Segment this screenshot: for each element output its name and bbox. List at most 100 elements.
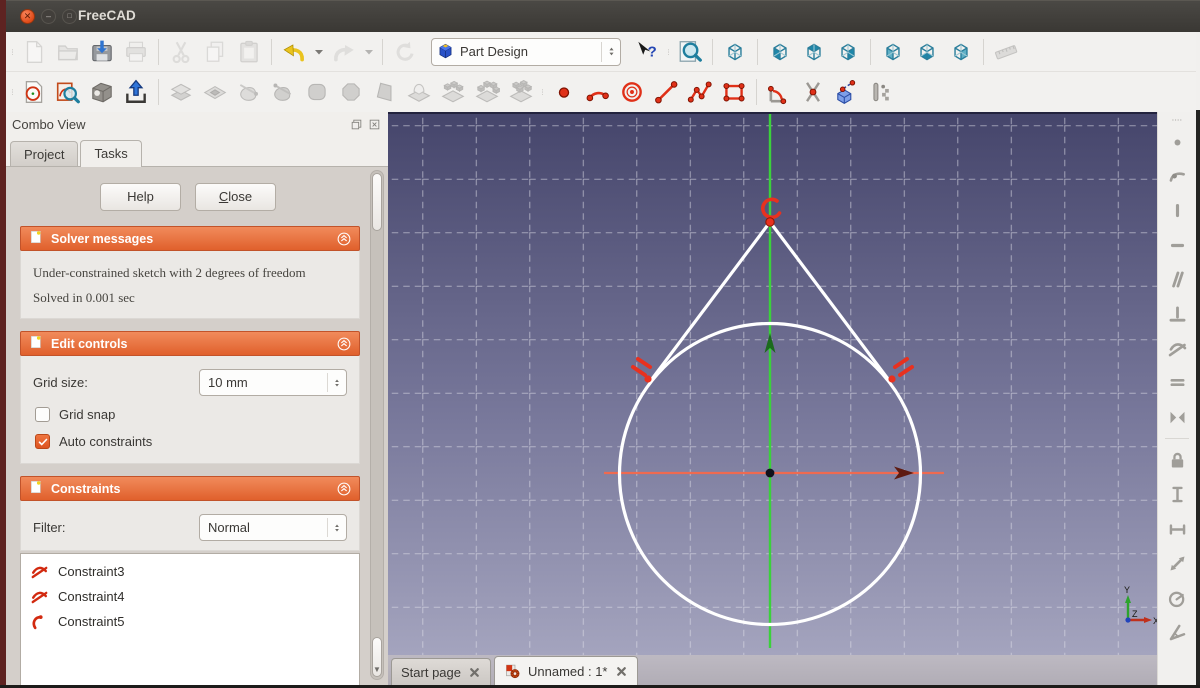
toolbar-drag-handle[interactable] [664, 36, 673, 68]
auto-constraints-checkbox[interactable] [35, 434, 50, 449]
document-tab-unnamed-1-[interactable]: Unnamed : 1* [494, 656, 638, 685]
scrollbar-down-button[interactable]: ▼ [372, 637, 382, 677]
view-sketch-button[interactable] [52, 75, 85, 109]
spinner-arrows-icon[interactable] [601, 41, 617, 62]
create-point-button[interactable] [548, 75, 581, 109]
whats-this-button[interactable]: ? [631, 35, 664, 69]
collapse-icon[interactable] [336, 231, 352, 247]
spinner-arrows-icon[interactable] [327, 373, 342, 392]
solver-messages-header[interactable]: Solver messages [20, 226, 360, 251]
external-geometry-button[interactable] [831, 75, 864, 109]
panel-float-icon[interactable] [350, 118, 363, 131]
map-sketch-button[interactable] [86, 75, 119, 109]
close-button[interactable]: Close [195, 183, 276, 211]
toolbar-separator [983, 38, 984, 65]
workbench-selector[interactable]: Part Design [431, 37, 621, 66]
view-bottom-button[interactable] [911, 35, 944, 69]
paste-icon [236, 39, 262, 65]
toolbar-drag-handle[interactable] [8, 36, 17, 68]
toolbar-separator [158, 38, 159, 65]
toolbar-separator [757, 38, 758, 65]
filter-label: Filter: [33, 520, 66, 535]
panel-scrollbar[interactable]: ▼ [370, 170, 384, 680]
revolution-icon [236, 79, 262, 105]
create-line-button[interactable] [650, 75, 683, 109]
create-polyline-button[interactable] [684, 75, 717, 109]
document-tab-start-page[interactable]: Start page [391, 658, 491, 685]
view-axonometric-button[interactable] [719, 35, 752, 69]
toolbar-separator [158, 79, 159, 105]
c-perpendicular-icon [1167, 304, 1188, 325]
sketch-map-icon [89, 79, 115, 105]
constrain-coincident-button [1162, 128, 1192, 156]
constraint-list-item[interactable]: Constraint4 [21, 584, 359, 609]
window-titlebar: ✕ – □ FreeCAD [6, 0, 1200, 32]
constraints-section: Constraints Filter: Normal Constraint3 Co… [20, 476, 360, 685]
constraint-list: Constraint3 Constraint4 Constraint5 [20, 553, 360, 685]
sketch-toolbar [6, 72, 1196, 112]
toolbar-separator [271, 38, 272, 65]
cut-button [165, 35, 198, 69]
undo-menu-button[interactable] [312, 35, 327, 69]
collapse-icon[interactable] [336, 336, 352, 352]
edit-controls-header[interactable]: Edit controls [20, 331, 360, 356]
origin-point[interactable] [765, 468, 775, 478]
sk-trim-icon [800, 79, 826, 105]
grid-overlay [388, 112, 1157, 655]
create-fillet-button[interactable] [763, 75, 796, 109]
view-right-button[interactable] [832, 35, 865, 69]
3d-viewport[interactable]: Y Z X [388, 112, 1159, 655]
create-rectangle-button[interactable] [718, 75, 751, 109]
linear-pattern-button [437, 75, 470, 109]
new-sketch-button[interactable] [18, 75, 51, 109]
undo-button[interactable] [278, 35, 311, 69]
close-tab-icon[interactable] [468, 666, 481, 679]
c-vertical-icon [1167, 200, 1188, 221]
grid-size-input[interactable]: 10 mm [199, 369, 347, 396]
tab-tasks[interactable]: Tasks [80, 140, 142, 167]
window-minimize-button[interactable]: – [41, 8, 56, 24]
grid-snap-checkbox[interactable] [35, 407, 50, 422]
constrain-symmetric-button [1162, 403, 1192, 431]
fit-all-button[interactable] [674, 35, 707, 69]
zoom-fit-icon [677, 39, 703, 65]
undo-icon [281, 39, 307, 65]
view-top-button[interactable] [798, 35, 831, 69]
grid-size-label: Grid size: [33, 375, 88, 390]
measure-distance-button [990, 35, 1023, 69]
leave-sketch-button[interactable] [120, 75, 153, 109]
toolbar-drag-handle[interactable] [1170, 115, 1184, 125]
create-arc-button[interactable] [582, 75, 615, 109]
view-rear-button[interactable] [877, 35, 910, 69]
trim-edge-button[interactable] [797, 75, 830, 109]
apex-vertex[interactable] [765, 217, 775, 227]
toolbar-drag-handle[interactable] [538, 76, 547, 108]
view-front-button[interactable] [764, 35, 797, 69]
constraint-list-item[interactable]: Constraint5 [21, 609, 359, 634]
page-new-icon [21, 39, 47, 65]
c-angle-icon [1167, 622, 1188, 643]
scrollbar-thumb[interactable] [372, 173, 382, 231]
collapse-icon[interactable] [336, 481, 352, 497]
panel-close-icon[interactable] [368, 118, 381, 131]
constraints-header[interactable]: Constraints [20, 476, 360, 501]
polar-pattern-icon [474, 79, 500, 105]
toolbar-drag-handle[interactable] [8, 76, 17, 108]
window-maximize-button[interactable]: □ [62, 8, 77, 24]
construction-mode-button[interactable] [865, 75, 898, 109]
create-circle-button[interactable] [616, 75, 649, 109]
window-close-button[interactable]: ✕ [20, 8, 35, 24]
linear-pattern-icon [440, 79, 466, 105]
save-button[interactable] [86, 35, 119, 69]
help-button[interactable]: Help [100, 183, 181, 211]
view-left-button[interactable] [945, 35, 978, 69]
solver-message-line: Solved in 0.001 sec [33, 290, 135, 305]
close-tab-icon[interactable] [615, 665, 628, 678]
tab-project[interactable]: Project [10, 141, 79, 166]
spinner-arrows-icon[interactable] [327, 518, 342, 537]
constraint-list-item[interactable]: Constraint3 [21, 559, 359, 584]
cube-rear-icon [880, 39, 906, 65]
print-button [120, 35, 153, 69]
redo-menu-button [362, 35, 377, 69]
filter-dropdown[interactable]: Normal [199, 514, 347, 541]
